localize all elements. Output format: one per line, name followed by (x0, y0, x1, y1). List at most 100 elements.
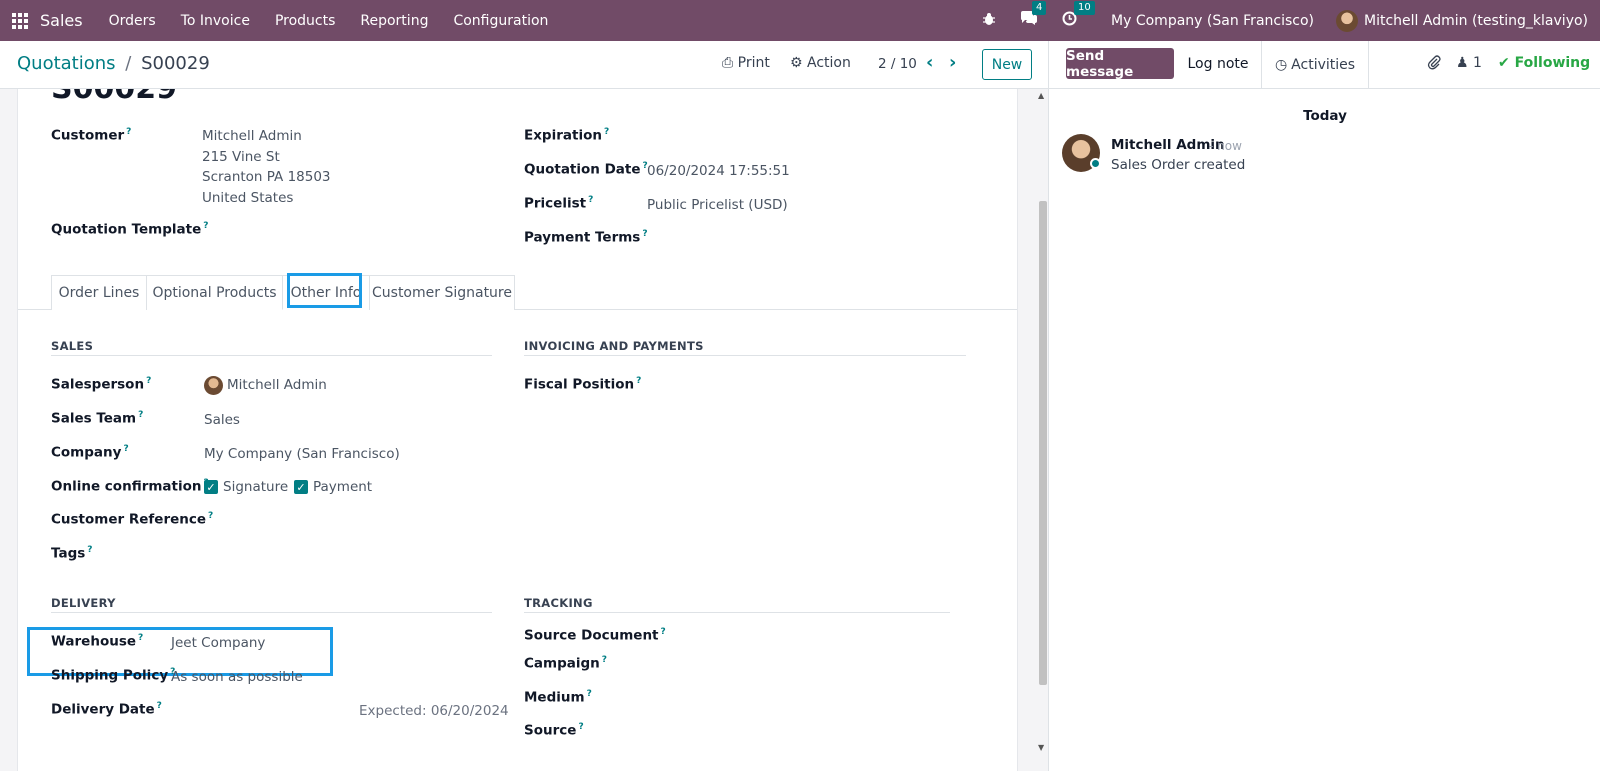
breadcrumb: Quotations / S00029 (17, 53, 210, 74)
customer-reference-label: Customer Reference? (51, 511, 214, 528)
company-switcher[interactable]: My Company (San Francisco) (1111, 13, 1314, 29)
help-tooltip-icon[interactable]: ? (578, 722, 583, 732)
activities-button[interactable]: ◷ Activities (1261, 41, 1369, 88)
scroll-up-icon[interactable]: ▲ (1038, 91, 1044, 100)
salesperson-label: Salesperson? (51, 376, 152, 393)
sales-divider (51, 355, 492, 356)
menu-products[interactable]: Products (275, 13, 335, 29)
help-tooltip-icon[interactable]: ? (602, 655, 607, 665)
activities-clock-icon[interactable]: 10 (1062, 1, 1095, 30)
signature-label: Signature (223, 479, 289, 495)
menu-to-invoice[interactable]: To Invoice (181, 13, 250, 29)
control-panel: Quotations / S00029 ⎙ Print ⚙ Action 2 /… (0, 41, 1048, 89)
customer-country: United States (202, 189, 294, 206)
help-tooltip-icon[interactable]: ? (661, 627, 666, 637)
breadcrumb-quotations[interactable]: Quotations (17, 53, 116, 74)
company-label: Company? (51, 444, 129, 461)
sales-section-title: SALES (51, 339, 94, 353)
customer-name: Mitchell Admin (202, 128, 302, 144)
form-scrollbar[interactable]: ▲ ▼ (1036, 89, 1048, 771)
action-button[interactable]: ⚙ Action (790, 55, 851, 71)
top-navbar: Sales Orders To Invoice Products Reporti… (0, 0, 1600, 41)
expected-date: Expected: 06/20/2024 (359, 703, 509, 719)
sales-team-field[interactable]: Sales (204, 412, 240, 428)
messages-icon[interactable]: 4 (1020, 1, 1047, 30)
help-tooltip-icon[interactable]: ? (587, 689, 592, 699)
activities-label: Activities (1291, 56, 1356, 73)
help-tooltip-icon[interactable]: ? (642, 229, 647, 239)
tab-customer-signature[interactable]: Customer Signature (369, 275, 515, 310)
tracking-section-title: TRACKING (524, 596, 593, 610)
log-note-button[interactable]: Log note (1175, 41, 1261, 88)
user-menu[interactable]: Mitchell Admin (testing_klaviyo) (1336, 9, 1588, 32)
printer-icon: ⎙ (722, 55, 734, 71)
menu-orders[interactable]: Orders (109, 13, 156, 29)
menu-configuration[interactable]: Configuration (453, 13, 548, 29)
pager-previous-icon[interactable]: ‹ (926, 52, 933, 73)
help-tooltip-icon[interactable]: ? (588, 195, 593, 205)
pager-next-icon[interactable]: › (949, 52, 956, 73)
help-tooltip-icon[interactable]: ? (636, 376, 641, 386)
user-avatar (1336, 9, 1358, 32)
shipping-policy-field[interactable]: As soon as possible (171, 669, 303, 685)
campaign-label: Campaign? (524, 655, 607, 672)
followers-count: 1 (1473, 55, 1482, 71)
quotation-date-field[interactable]: 06/20/2024 17:55:51 (647, 163, 790, 179)
source-document-label: Source Document? (524, 627, 666, 644)
delivery-divider (51, 612, 492, 613)
form-view: S00029 Customer? Mitchell Admin 215 Vine… (0, 89, 1048, 771)
help-tooltip-icon[interactable]: ? (146, 376, 151, 386)
salesperson-avatar (204, 376, 223, 395)
message-time: - now (1209, 139, 1242, 153)
activities-badge: 10 (1074, 1, 1095, 15)
shipping-policy-label: Shipping Policy? (51, 667, 176, 684)
user-name: Mitchell Admin (testing_klaviyo) (1364, 12, 1588, 29)
customer-field[interactable]: Mitchell Admin 215 Vine St Scranton PA 1… (202, 126, 331, 208)
scroll-thumb[interactable] (1039, 201, 1047, 685)
apps-menu-icon[interactable] (0, 0, 40, 41)
scroll-down-icon[interactable]: ▼ (1038, 743, 1044, 752)
help-tooltip-icon[interactable]: ? (157, 701, 162, 711)
tab-order-lines[interactable]: Order Lines (51, 275, 147, 310)
invoicing-divider (524, 355, 966, 356)
source-label: Source? (524, 722, 584, 739)
customer-label: Customer? (51, 127, 132, 144)
help-tooltip-icon[interactable]: ? (87, 545, 92, 555)
action-label: Action (807, 55, 851, 71)
help-tooltip-icon[interactable]: ? (138, 410, 143, 420)
paperclip-icon[interactable] (1427, 55, 1441, 74)
payment-label: Payment (313, 479, 373, 495)
help-tooltip-icon[interactable]: ? (208, 511, 213, 521)
messages-badge: 4 (1032, 1, 1047, 15)
medium-label: Medium? (524, 689, 592, 706)
chatter-topbar: Send message Log note ◷ Activities ♟ 1 ✔… (1049, 41, 1600, 89)
salesperson-field[interactable]: Mitchell Admin (227, 377, 327, 393)
tags-label: Tags? (51, 545, 93, 562)
customer-city: Scranton PA 18503 (202, 169, 331, 185)
help-tooltip-icon[interactable]: ? (126, 127, 131, 137)
pager-value[interactable]: 2 / 10 (878, 56, 917, 72)
pricelist-field[interactable]: Public Pricelist (USD) (647, 197, 788, 213)
signature-checkbox[interactable]: ✓ (204, 480, 218, 494)
help-tooltip-icon[interactable]: ? (604, 127, 609, 137)
company-field[interactable]: My Company (San Francisco) (204, 446, 400, 462)
app-name[interactable]: Sales (40, 11, 83, 30)
gear-icon: ⚙ (790, 55, 803, 71)
online-status-icon (1090, 158, 1101, 169)
sales-team-label: Sales Team? (51, 410, 144, 427)
menu-reporting[interactable]: Reporting (360, 13, 428, 29)
customer-street: 215 Vine St (202, 148, 280, 165)
followers-button[interactable]: ♟ 1 (1456, 55, 1482, 71)
order-name: S00029 (51, 89, 177, 106)
help-tooltip-icon[interactable]: ? (123, 444, 128, 454)
tab-optional-products[interactable]: Optional Products (146, 275, 283, 310)
print-button[interactable]: ⎙ Print (722, 55, 770, 71)
following-button[interactable]: ✔ Following (1498, 55, 1590, 71)
message-author[interactable]: Mitchell Admin (1111, 137, 1225, 153)
help-tooltip-icon[interactable]: ? (203, 221, 208, 231)
online-confirmation-label: Online confirmation? (51, 478, 209, 495)
new-button[interactable]: New (982, 49, 1032, 80)
debug-bug-icon[interactable] (982, 12, 996, 30)
payment-checkbox[interactable]: ✓ (294, 480, 308, 494)
send-message-button[interactable]: Send message (1066, 48, 1174, 80)
